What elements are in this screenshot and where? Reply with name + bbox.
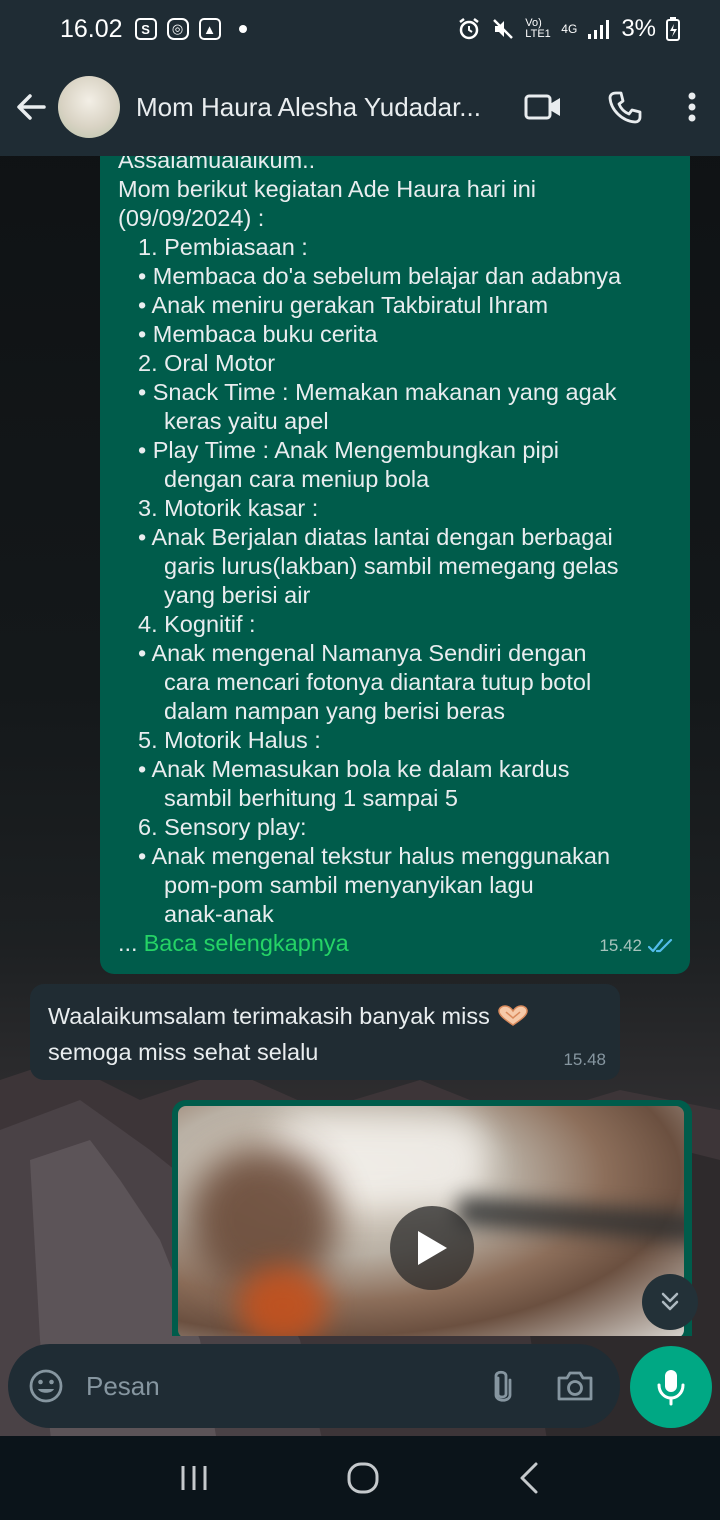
ellipsis: ... xyxy=(118,930,138,956)
battery-charging-icon xyxy=(666,17,680,41)
message-line: • Anak meniru gerakan Takbiratul Ihram xyxy=(138,292,549,318)
image-icon: ▲ xyxy=(198,18,221,40)
more-options-icon[interactable] xyxy=(688,92,696,122)
back-arrow-icon[interactable] xyxy=(14,90,48,124)
message-line: 5. Motorik Halus : xyxy=(138,727,321,753)
message-line: sambil berhitung 1 sampai 5 xyxy=(164,785,458,811)
message-line: 2. Oral Motor xyxy=(138,350,276,376)
system-nav-bar xyxy=(0,1436,720,1520)
microphone-icon xyxy=(657,1370,685,1406)
contact-name[interactable]: Mom Haura Alesha Yudadar... xyxy=(136,92,486,123)
message-line: pom-pom sambil menyanyikan lagu xyxy=(164,872,534,898)
status-time: 16.02 xyxy=(60,14,123,43)
message-line: dengan cara meniup bola xyxy=(164,466,430,492)
outgoing-message[interactable]: Assalamualaikum.. Mom berikut kegiatan A… xyxy=(100,156,690,974)
shopping-bag-icon: S xyxy=(134,18,157,40)
double-chevron-down-icon xyxy=(661,1292,679,1311)
instagram-icon: ◎ xyxy=(166,18,189,40)
video-thumbnail[interactable] xyxy=(178,1106,684,1336)
message-line: 6. Sensory play: xyxy=(138,814,307,840)
message-line: • Membaca do'a sebelum belajar dan adabn… xyxy=(138,263,622,289)
back-nav-icon[interactable] xyxy=(517,1461,541,1495)
message-input-bar: Pesan xyxy=(8,1344,620,1428)
scroll-to-bottom-button[interactable] xyxy=(642,1274,698,1330)
notification-dot-icon xyxy=(238,25,247,33)
attach-icon[interactable] xyxy=(490,1368,514,1404)
message-line: • Play Time : Anak Mengembungkan pipi xyxy=(138,437,560,463)
network-label: Vo) LTE1 xyxy=(525,17,551,40)
home-icon[interactable] xyxy=(346,1461,380,1495)
video-message[interactable] xyxy=(172,1100,692,1336)
message-input[interactable]: Pesan xyxy=(86,1371,490,1402)
signal-icon xyxy=(588,20,610,39)
message-line: • Anak mengenal Namanya Sendiri dengan xyxy=(138,640,587,666)
message-line: 1. Pembiasaan : xyxy=(138,234,308,260)
message-line: • Membaca buku cerita xyxy=(138,321,378,347)
outgoing-message-time: 15.42 xyxy=(599,936,642,955)
message-text: Assalamualaikum.. Mom berikut kegiatan A… xyxy=(118,156,674,960)
message-line: • Anak Berjalan diatas lantai dengan ber… xyxy=(138,524,613,550)
alarm-icon xyxy=(459,18,480,40)
incoming-text-line-1: Waalaikumsalam terimakasih banyak miss xyxy=(48,1003,490,1029)
message-line: • Anak mengenal tekstur halus menggunaka… xyxy=(138,843,611,869)
emoji-icon[interactable] xyxy=(28,1368,64,1404)
chat-messages[interactable]: Assalamualaikum.. Mom berikut kegiatan A… xyxy=(0,156,720,1336)
play-button[interactable] xyxy=(390,1206,474,1290)
camera-icon[interactable] xyxy=(556,1370,594,1402)
message-line: • Anak Memasukan bola ke dalam kardus xyxy=(138,756,570,782)
voice-call-icon[interactable] xyxy=(608,90,642,124)
message-line: keras yaitu apel xyxy=(164,408,329,434)
contact-avatar[interactable] xyxy=(58,76,120,138)
message-line: dalam nampan yang berisi beras xyxy=(164,698,505,724)
message-line: yang berisi air xyxy=(164,582,311,608)
message-text: Waalaikumsalam terimakasih banyak miss s… xyxy=(48,998,568,1070)
heart-hands-emoji-icon xyxy=(498,1005,529,1026)
message-line: anak-anak xyxy=(164,901,274,927)
network-type: 4G xyxy=(561,22,578,36)
message-line: 4. Kognitif : xyxy=(138,611,256,637)
video-call-icon[interactable] xyxy=(524,92,562,122)
message-line: 3. Motorik kasar : xyxy=(138,495,319,521)
double-check-read-icon xyxy=(648,938,673,952)
chat-header: Mom Haura Alesha Yudadar... xyxy=(0,58,720,156)
message-line: • Snack Time : Memakan makanan yang agak xyxy=(138,379,617,405)
incoming-message-time: 15.48 xyxy=(563,1050,606,1069)
battery-percent: 3% xyxy=(621,15,656,42)
read-more-link[interactable]: Baca selengkapnya xyxy=(144,929,349,958)
incoming-message[interactable]: Waalaikumsalam terimakasih banyak miss s… xyxy=(30,984,620,1080)
message-line: (09/09/2024) : xyxy=(118,205,265,231)
message-line: Mom berikut kegiatan Ade Haura hari ini xyxy=(118,176,536,202)
status-bar: 16.02 S ◎ ▲ Vo) LTE1 4G 3% xyxy=(0,0,720,58)
incoming-text-line-2: semoga miss sehat selalu xyxy=(48,1039,319,1065)
voice-message-button[interactable] xyxy=(630,1346,712,1428)
message-line: Assalamualaikum.. xyxy=(118,156,316,173)
play-icon xyxy=(418,1231,447,1265)
message-line: garis lurus(lakban) sambil memegang gela… xyxy=(164,553,619,579)
message-line: cara mencari fotonya diantara tutup boto… xyxy=(164,669,592,695)
recent-apps-icon[interactable] xyxy=(179,1463,209,1493)
mute-icon xyxy=(493,19,514,39)
